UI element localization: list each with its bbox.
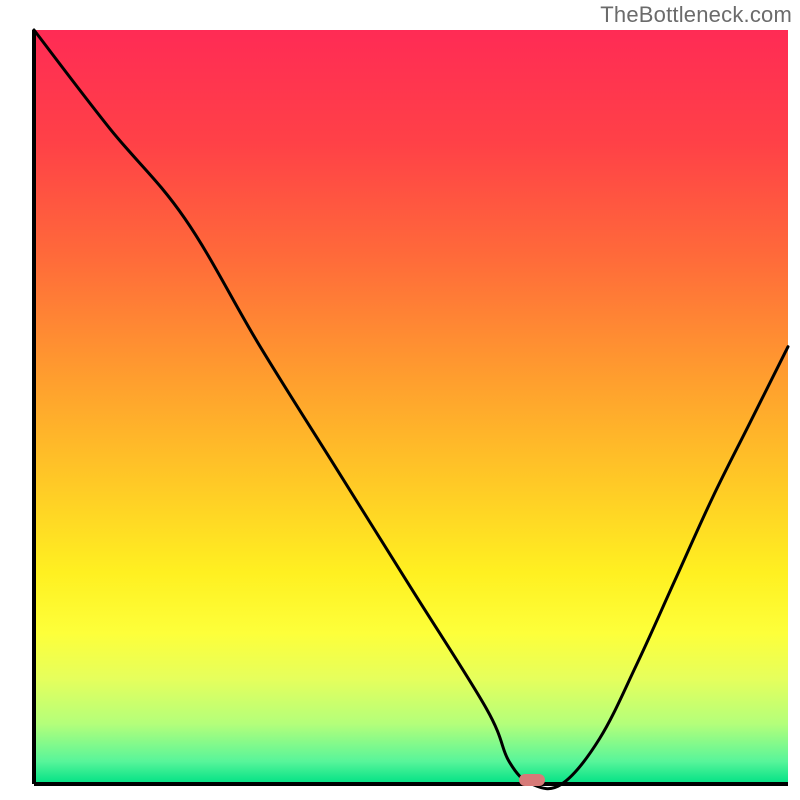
bottleneck-chart: TheBottleneck.com (0, 0, 800, 800)
watermark-text: TheBottleneck.com (600, 2, 792, 28)
chart-svg (0, 0, 800, 800)
optimum-marker (519, 774, 545, 786)
plot-background (34, 30, 788, 784)
